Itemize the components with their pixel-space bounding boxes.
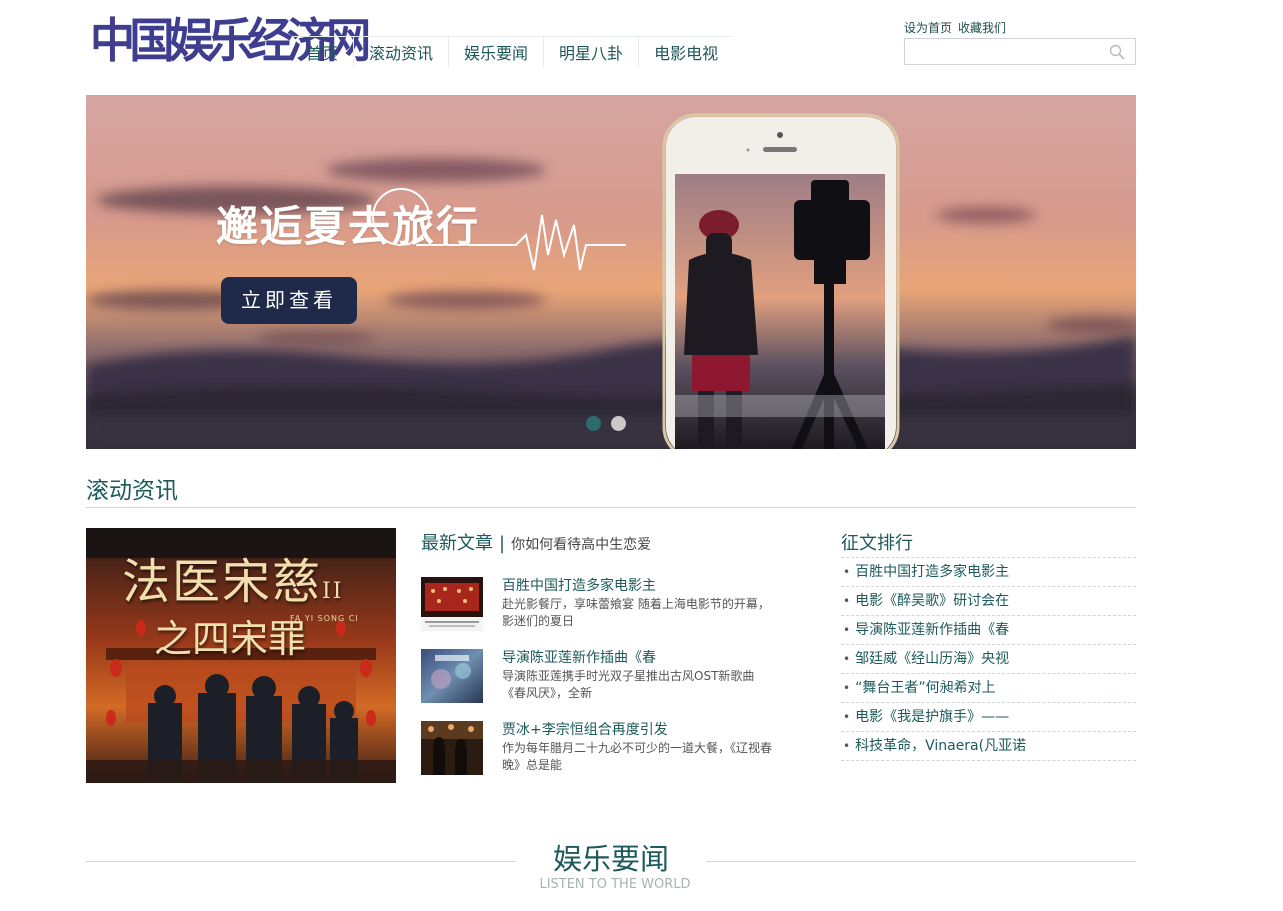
ranking-item[interactable]: • 邹廷威《经山历海》央视: [841, 645, 1136, 674]
set-homepage-link[interactable]: 设为首页: [904, 19, 952, 36]
nav-item-ent-news[interactable]: 娱乐要闻: [448, 37, 543, 67]
banner-heading: 邂逅夏去旅行: [216, 202, 481, 251]
rolling-news-section-title: 滚动资讯: [86, 478, 178, 504]
article-desc: 导演陈亚莲携手时光双子星推出古风OST新歌曲《春风厌》，全新: [502, 669, 755, 700]
search-icon[interactable]: [1109, 44, 1125, 60]
article-item-3[interactable]: 贾冰+李宗恒组合再度引发 作为每年腊月二十九必不可少的一道大餐，《辽视春晚》总是…: [421, 721, 781, 777]
bullet-icon: •: [843, 739, 851, 753]
article-item-1[interactable]: 百胜中国打造多家电影主 赴光影餐厅，享味蕾飨宴 随着上海电影节的开幕，影迷们的夏…: [421, 577, 781, 633]
carousel-dot-2[interactable]: [611, 416, 626, 431]
ranking-item-label: “舞台王者”何昶希对上: [855, 680, 996, 696]
featured-drama-poster[interactable]: 法医宋慈II 之四宋罪 FA YI SONG CI: [86, 528, 396, 783]
bookmark-link[interactable]: 收藏我们: [958, 19, 1006, 36]
latest-articles-subtitle[interactable]: 你如何看待高中生恋爱: [511, 534, 651, 554]
ranking-item[interactable]: • 科技革命，Vinaera(凡亚诺: [841, 732, 1136, 761]
latest-articles-title: 最新文章: [421, 533, 493, 554]
essay-ranking-list: • 百胜中国打造多家电影主 • 电影《醉吴歌》研讨会在 • 导演陈亚莲新作插曲《春 •…: [841, 557, 1136, 761]
article-title[interactable]: 导演陈亚莲新作插曲《春: [502, 647, 656, 667]
ent-news-divider-right: [706, 861, 1136, 862]
poster-title: 法医宋慈II: [122, 542, 343, 612]
main-nav: 首页 滚动资讯 娱乐要闻 明星八卦 电影电视: [292, 36, 733, 67]
article-title[interactable]: 百胜中国打造多家电影主: [502, 575, 656, 595]
article-desc: 作为每年腊月二十九必不可少的一道大餐，《辽视春晚》总是能: [502, 741, 773, 772]
bullet-icon: •: [843, 594, 851, 608]
ent-news-section-title: 娱乐要闻: [552, 842, 669, 876]
ranking-item-label: 科技革命，Vinaera(凡亚诺: [855, 738, 1027, 754]
banner-background-image: [86, 95, 1136, 449]
bullet-icon: •: [843, 623, 851, 637]
ent-news-section-subtitle: LISTEN TO THE WORLD: [539, 877, 691, 892]
article-desc: 赴光影餐厅，享味蕾飨宴 随着上海电影节的开幕，影迷们的夏日: [502, 597, 770, 628]
header-separator: |: [499, 533, 506, 554]
nav-item-home[interactable]: 首页: [292, 37, 353, 67]
bullet-icon: •: [843, 652, 851, 666]
ranking-item[interactable]: • 百胜中国打造多家电影主: [841, 558, 1136, 587]
article-item-2[interactable]: 导演陈亚莲新作插曲《春 导演陈亚莲携手时光双子星推出古风OST新歌曲《春风厌》，…: [421, 649, 781, 705]
ranking-item-label: 邹廷威《经山历海》央视: [855, 651, 1010, 667]
top-links: 设为首页 收藏我们: [904, 19, 1006, 36]
ranking-item-label: 电影《醉吴歌》研讨会在: [855, 593, 1010, 609]
nav-item-rolling-news[interactable]: 滚动资讯: [353, 37, 448, 67]
poster-title-text: 法医宋慈: [122, 554, 323, 610]
bullet-icon: •: [843, 681, 851, 695]
ranking-item[interactable]: • “舞台王者”何昶希对上: [841, 674, 1136, 703]
section-divider: [86, 507, 1136, 508]
nav-item-film-tv[interactable]: 电影电视: [638, 37, 733, 67]
ranking-item-label: 百胜中国打造多家电影主: [855, 564, 1010, 580]
carousel-dot-1[interactable]: [586, 416, 601, 431]
article-thumbnail: [421, 577, 483, 631]
poster-number: II: [322, 579, 344, 604]
search-box: [904, 38, 1136, 65]
hero-banner[interactable]: 邂逅夏去旅行 立即查看: [86, 95, 1136, 449]
ranking-item[interactable]: • 导演陈亚莲新作插曲《春: [841, 616, 1136, 645]
search-input[interactable]: [905, 39, 1101, 64]
ent-news-divider-left: [86, 861, 516, 862]
view-now-button[interactable]: 立即查看: [221, 277, 357, 324]
ranking-item[interactable]: • 电影《我是护旗手》——: [841, 703, 1136, 732]
essay-ranking-title: 征文排行: [841, 533, 913, 554]
nav-item-celebrity-gossip[interactable]: 明星八卦: [543, 37, 638, 67]
bullet-icon: •: [843, 565, 851, 579]
article-title[interactable]: 贾冰+李宗恒组合再度引发: [502, 719, 668, 739]
latest-articles-header: 最新文章 | 你如何看待高中生恋爱: [421, 529, 651, 555]
article-thumbnail: [421, 721, 483, 775]
poster-subtitle: 之四宋罪: [154, 617, 307, 661]
ranking-item-label: 导演陈亚莲新作插曲《春: [855, 622, 1010, 638]
ranking-item-label: 电影《我是护旗手》——: [855, 709, 1010, 725]
poster-tag: FA YI SONG CI: [290, 614, 359, 623]
article-thumbnail: [421, 649, 483, 703]
ranking-item[interactable]: • 电影《醉吴歌》研讨会在: [841, 587, 1136, 616]
bullet-icon: •: [843, 710, 851, 724]
